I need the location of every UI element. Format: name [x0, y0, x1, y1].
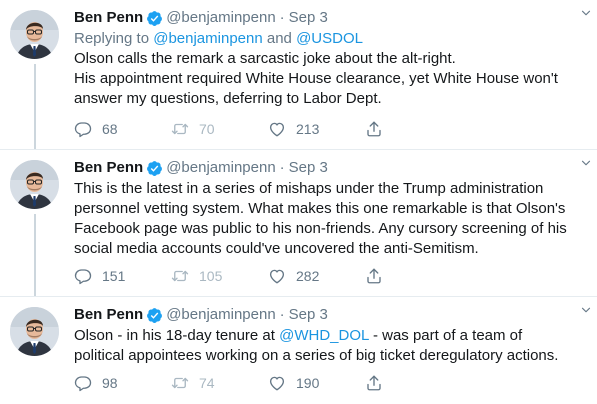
tweet-header: Ben Penn @benjaminpenn · Sep 3 [74, 157, 585, 179]
retweet-button[interactable]: 74 [171, 374, 268, 392]
tweet-text: This is the latest in a series of mishap… [74, 179, 585, 259]
tweet-actions: 151 105 282 [74, 266, 462, 286]
header-separator: · [279, 306, 285, 323]
reply-count: 98 [102, 375, 118, 391]
replying-to-and: and [266, 30, 292, 47]
avatar[interactable] [10, 160, 59, 209]
tweet-text-line: answer my questions, deferring to Labor … [74, 90, 382, 107]
tweet-text-line: This is the latest in a series of mishap… [74, 180, 544, 197]
like-count: 282 [296, 268, 320, 284]
thread-connector [34, 64, 36, 150]
tweet-actions: 68 70 213 [74, 119, 462, 139]
avatar[interactable] [10, 10, 59, 59]
tweet-text-line: Olson - in his 18-day tenure at @WHD_DOL… [74, 326, 585, 346]
reply-icon [74, 374, 92, 392]
mention-link[interactable]: @USDOL [296, 30, 363, 47]
reply-button[interactable]: 98 [74, 374, 171, 392]
share-button[interactable] [365, 267, 462, 285]
retweet-count: 105 [199, 268, 223, 284]
replying-to-label: Replying to [74, 30, 150, 47]
tweet-text-line: personnel vetting system. What makes thi… [74, 200, 566, 217]
tweet-header: Ben Penn @benjaminpenn · Sep 3 [74, 7, 585, 29]
verified-badge-icon [146, 307, 163, 324]
retweet-count: 74 [199, 375, 215, 391]
retweet-button[interactable]: 105 [171, 267, 268, 285]
tweet[interactable]: Ben Penn @benjaminpenn · Sep 3 Replying … [0, 0, 597, 150]
author-handle[interactable]: @benjaminpenn [166, 305, 275, 325]
tweet-text-line: social media accounts could've uncovered… [74, 240, 479, 257]
tweet-text-line: political appointees working on a series… [74, 347, 559, 364]
tweet[interactable]: Ben Penn @benjaminpenn · Sep 3 This is t… [0, 150, 597, 297]
verified-badge-icon [146, 160, 163, 177]
tweet-header: Ben Penn @benjaminpenn · Sep 3 [74, 304, 585, 326]
share-icon [365, 267, 383, 285]
caret-down-icon[interactable] [579, 6, 593, 20]
mention-link[interactable]: @benjaminpenn [153, 30, 262, 47]
header-separator: · [279, 9, 285, 26]
tweet-content: Ben Penn @benjaminpenn · Sep 3 Replying … [74, 7, 585, 109]
tweet-date[interactable]: Sep 3 [289, 158, 328, 178]
like-count: 213 [296, 121, 320, 137]
like-icon [268, 267, 286, 285]
tweet-text-line: Facebook page was public to his non-frie… [74, 220, 567, 237]
author-name[interactable]: Ben Penn [74, 8, 143, 28]
header-separator: · [279, 159, 285, 176]
tweet-actions: 98 74 190 [74, 373, 462, 393]
tweet-date[interactable]: Sep 3 [289, 305, 328, 325]
avatar[interactable] [10, 307, 59, 356]
tweet-text-line: His appointment required White House cle… [74, 70, 558, 87]
author-handle[interactable]: @benjaminpenn [166, 158, 275, 178]
tweet-content: Ben Penn @benjaminpenn · Sep 3 Olson - i… [74, 304, 585, 366]
thread-connector [34, 214, 36, 297]
share-icon [365, 374, 383, 392]
like-count: 190 [296, 375, 320, 391]
author-handle[interactable]: @benjaminpenn [166, 8, 275, 28]
like-button[interactable]: 282 [268, 267, 365, 285]
verified-badge-icon [146, 10, 163, 27]
share-icon [365, 120, 383, 138]
reply-count: 151 [102, 268, 126, 284]
replying-to: Replying to @benjaminpenn and @USDOL [74, 29, 585, 49]
retweet-icon [171, 374, 189, 392]
share-button[interactable] [365, 120, 462, 138]
reply-button[interactable]: 151 [74, 267, 171, 285]
retweet-button[interactable]: 70 [171, 120, 268, 138]
reply-button[interactable]: 68 [74, 120, 171, 138]
tweet-text: Olson calls the remark a sarcastic joke … [74, 49, 585, 109]
caret-down-icon[interactable] [579, 156, 593, 170]
retweet-count: 70 [199, 121, 215, 137]
like-icon [268, 120, 286, 138]
tweet-text: Olson - in his 18-day tenure at @WHD_DOL… [74, 326, 585, 366]
mention-link[interactable]: @WHD_DOL [279, 327, 369, 344]
reply-icon [74, 267, 92, 285]
like-button[interactable]: 190 [268, 374, 365, 392]
like-icon [268, 374, 286, 392]
author-name[interactable]: Ben Penn [74, 158, 143, 178]
tweet-text-segment: Olson - in his 18-day tenure at [74, 327, 280, 344]
tweet-text-line: Olson calls the remark a sarcastic joke … [74, 50, 456, 67]
tweet-content: Ben Penn @benjaminpenn · Sep 3 This is t… [74, 157, 585, 259]
caret-down-icon[interactable] [579, 303, 593, 317]
author-name[interactable]: Ben Penn [74, 305, 143, 325]
like-button[interactable]: 213 [268, 120, 365, 138]
retweet-icon [171, 267, 189, 285]
reply-icon [74, 120, 92, 138]
tweet[interactable]: Ben Penn @benjaminpenn · Sep 3 Olson - i… [0, 297, 597, 404]
share-button[interactable] [365, 374, 462, 392]
tweet-date[interactable]: Sep 3 [289, 8, 328, 28]
reply-count: 68 [102, 121, 118, 137]
retweet-icon [171, 120, 189, 138]
tweet-text-segment: - was part of a team of [368, 327, 523, 344]
